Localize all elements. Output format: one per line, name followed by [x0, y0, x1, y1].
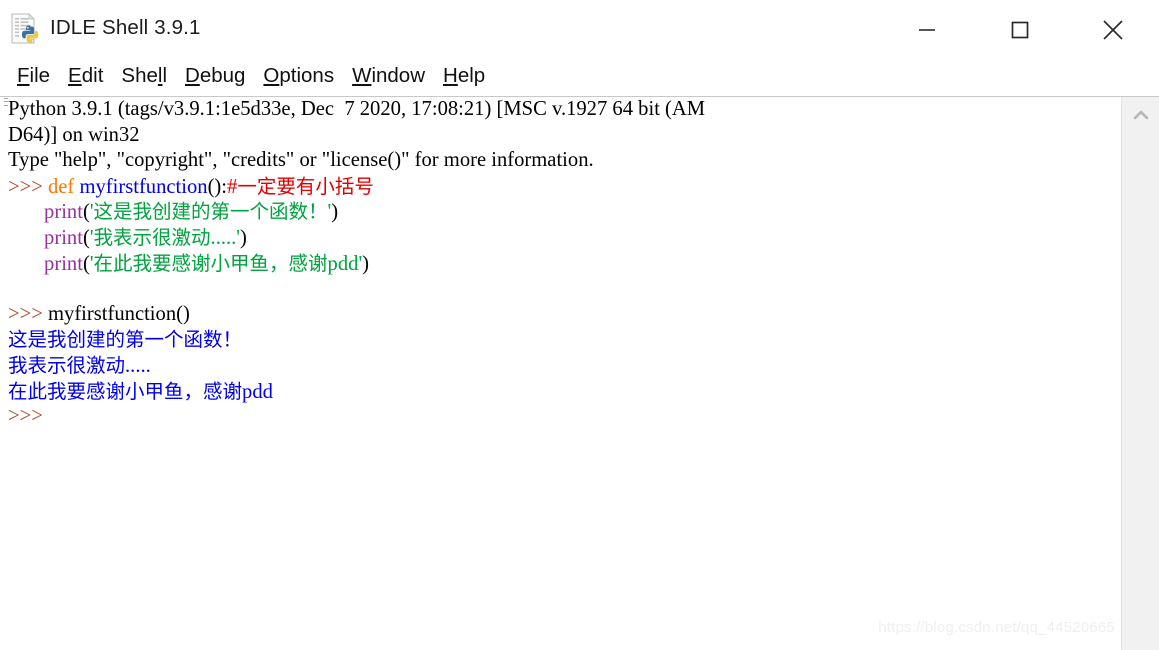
menu-item-window[interactable]: Window	[343, 63, 434, 89]
close-icon	[1102, 19, 1123, 40]
close-button[interactable]	[1066, 3, 1159, 56]
maximize-icon	[1011, 21, 1028, 38]
menu-item-help[interactable]: Help	[434, 63, 494, 89]
line-print-1: print('这是我创建的第一个函数！')	[44, 200, 339, 224]
line-output-2: 我表示很激动.....	[8, 353, 151, 377]
chevron-up-icon	[1133, 110, 1149, 120]
watermark: https://blog.csdn.net/qq_44520665	[878, 619, 1115, 636]
banner-line: Python 3.9.1 (tags/v3.9.1:1e5d33e, Dec 7…	[8, 98, 706, 120]
scroll-up-button[interactable]	[1122, 97, 1159, 133]
left-gutter	[4, 97, 7, 650]
line-blank	[8, 276, 1120, 302]
python-file-icon	[10, 13, 40, 45]
shell-content[interactable]: Python 3.9.1 (tags/v3.9.1:1e5d33e, Dec 7…	[8, 97, 1120, 650]
line-call: >>> myfirstfunction()	[8, 302, 190, 325]
menu-item-edit[interactable]: Edit	[59, 63, 112, 89]
menu-item-shell[interactable]: Shell	[112, 63, 176, 89]
menu-item-debug[interactable]: Debug	[176, 63, 254, 89]
minimize-button[interactable]	[880, 3, 973, 56]
vertical-scrollbar[interactable]	[1121, 97, 1159, 650]
window-controls	[880, 3, 1159, 56]
banner-line: Type "help", "copyright", "credits" or "…	[8, 149, 594, 172]
line-output-3: 在此我要感谢小甲鱼，感谢pdd	[8, 379, 273, 403]
title-bar: IDLE Shell 3.9.1	[0, 0, 1159, 56]
window-title: IDLE Shell 3.9.1	[50, 16, 201, 39]
banner-line: D64)] on win32	[8, 123, 140, 146]
line-print-2: print('我表示很激动.....')	[44, 225, 247, 249]
line-print-3: print('在此我要感谢小甲鱼，感谢pdd')	[44, 251, 370, 275]
menu-item-file[interactable]: File	[8, 63, 59, 89]
line-final-prompt: >>>	[8, 405, 43, 428]
idle-shell-window: IDLE Shell 3.9.1 File Edit Shell Debug Optio	[0, 0, 1159, 650]
line-def: >>> def myfirstfunction():#一定要有小括号	[8, 174, 374, 198]
menu-item-options[interactable]: Options	[254, 63, 343, 89]
shell-text-area[interactable]: Python 3.9.1 (tags/v3.9.1:1e5d33e, Dec 7…	[0, 97, 1159, 650]
line-output-1: 这是我创建的第一个函数！	[8, 328, 243, 352]
minimize-icon	[918, 28, 935, 31]
menu-bar: File Edit Shell Debug Options Window Help	[0, 56, 1159, 97]
maximize-button[interactable]	[973, 3, 1066, 56]
